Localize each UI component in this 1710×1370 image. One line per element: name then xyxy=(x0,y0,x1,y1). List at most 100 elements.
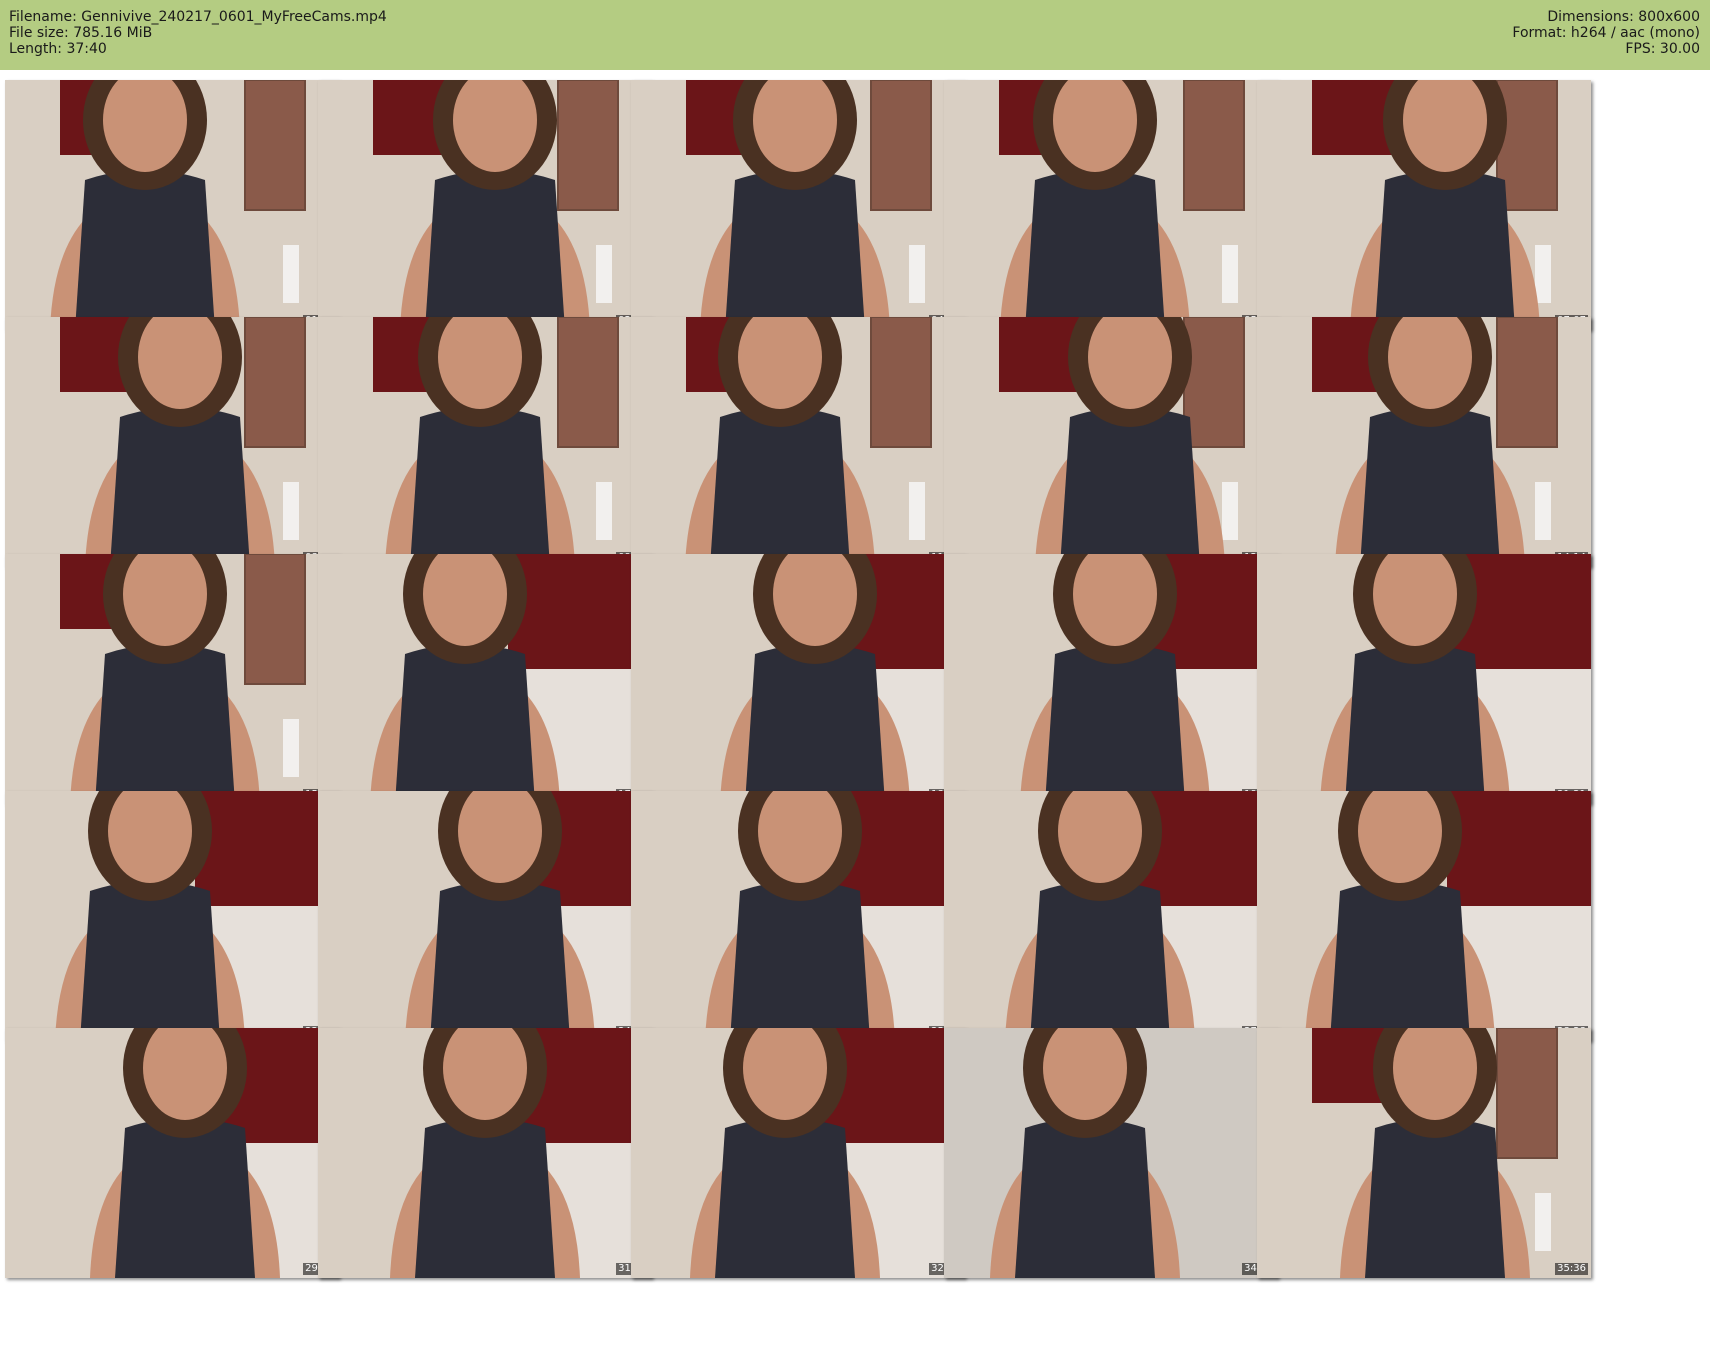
paper-towel-roll xyxy=(1222,245,1238,303)
video-thumbnail: 27:03 xyxy=(944,791,1278,1041)
video-thumbnail: 01:25 xyxy=(5,80,339,330)
wall-picture xyxy=(244,80,306,211)
black-top xyxy=(1365,1118,1505,1278)
wall-picture xyxy=(557,317,619,448)
wall-picture xyxy=(1496,1028,1558,1159)
black-top xyxy=(1330,881,1470,1041)
black-top xyxy=(1025,170,1165,330)
thumbnail-timestamp: 35:36 xyxy=(1555,1263,1588,1275)
wall-picture xyxy=(1496,317,1558,448)
video-thumbnail: 31:19 xyxy=(318,1028,652,1278)
black-top xyxy=(110,407,250,567)
file-info: Filename: Gennivive_240217_0601_MyFreeCa… xyxy=(9,9,387,57)
curtain xyxy=(1447,791,1591,906)
thumbnail-frame xyxy=(5,80,339,330)
black-top xyxy=(80,881,220,1041)
format-text: Format: h264 / aac (mono) xyxy=(1512,25,1700,41)
video-thumbnail: 19:56 xyxy=(944,554,1278,804)
black-top xyxy=(95,644,235,804)
wall-picture xyxy=(557,80,619,211)
wall-picture xyxy=(244,554,306,685)
thumbnail-frame xyxy=(318,791,652,1041)
thumbnail-frame xyxy=(318,317,652,567)
paper-towel-roll xyxy=(1535,245,1551,303)
thumbnail-frame xyxy=(318,554,652,804)
video-thumbnail: 24:12 xyxy=(318,791,652,1041)
black-top xyxy=(410,407,550,567)
thumbnail-frame xyxy=(318,1028,652,1278)
thumbnail-frame xyxy=(5,791,339,1041)
video-thumbnail: 09:58 xyxy=(318,317,652,567)
paper-towel-roll xyxy=(596,482,612,540)
paper-towel-roll xyxy=(909,482,925,540)
thumbnail-frame xyxy=(5,317,339,567)
thumbnail-frame xyxy=(1257,1028,1591,1278)
thumbnail-frame xyxy=(944,80,1278,330)
video-thumbnail: 12:48 xyxy=(944,317,1278,567)
black-top xyxy=(715,1118,855,1278)
black-top xyxy=(1345,644,1485,804)
thumbnail-frame xyxy=(1257,791,1591,1041)
file-size-text: File size: 785.16 MiB xyxy=(9,25,153,41)
video-thumbnail: 17:05 xyxy=(318,554,652,804)
black-top xyxy=(1360,407,1500,567)
thumbnail-frame xyxy=(631,1028,965,1278)
video-thumbnail: 25:37 xyxy=(631,791,965,1041)
wall-picture xyxy=(1496,80,1558,211)
thumbnail-frame xyxy=(944,1028,1278,1278)
black-top xyxy=(1060,407,1200,567)
video-thumbnail: 05:41 xyxy=(944,80,1278,330)
thumbnail-frame xyxy=(1257,317,1591,567)
video-thumbnail: 29:54 xyxy=(5,1028,339,1278)
video-thumbnail: 11:23 xyxy=(631,317,965,567)
video-thumbnail: 34:10 xyxy=(944,1028,1278,1278)
filename-text: Filename: Gennivive_240217_0601_MyFreeCa… xyxy=(9,9,387,25)
paper-towel-roll xyxy=(909,245,925,303)
thumbnail-frame xyxy=(318,80,652,330)
info-header: Filename: Gennivive_240217_0601_MyFreeCa… xyxy=(0,0,1710,70)
video-thumbnail: 07:07 xyxy=(1257,80,1591,330)
thumbnail-frame xyxy=(5,554,339,804)
video-thumbnail: 28:28 xyxy=(1257,791,1591,1041)
length-text: Length: 37:40 xyxy=(9,41,107,57)
thumbnail-frame xyxy=(631,317,965,567)
video-thumbnail: 04:16 xyxy=(631,80,965,330)
thumbnail-frame xyxy=(944,317,1278,567)
black-top xyxy=(725,170,865,330)
paper-towel-roll xyxy=(1535,1193,1551,1251)
thumbnail-frame xyxy=(1257,554,1591,804)
wall-picture xyxy=(870,80,932,211)
black-top xyxy=(425,170,565,330)
video-thumbnail: 21:21 xyxy=(1257,554,1591,804)
wall-picture xyxy=(1183,317,1245,448)
paper-towel-roll xyxy=(283,719,299,777)
wall-picture xyxy=(870,317,932,448)
thumbnail-frame xyxy=(1257,80,1591,330)
thumbnail-frame xyxy=(631,554,965,804)
video-thumbnail: 35:36 xyxy=(1257,1028,1591,1278)
fps-text: FPS: 30.00 xyxy=(1625,41,1700,57)
video-thumbnail: 14:14 xyxy=(1257,317,1591,567)
video-thumbnail: 15:39 xyxy=(5,554,339,804)
black-top xyxy=(730,881,870,1041)
black-top xyxy=(430,881,570,1041)
dimensions-text: Dimensions: 800x600 xyxy=(1547,9,1700,25)
video-thumbnail: 08:32 xyxy=(5,317,339,567)
video-thumbnail: 22:47 xyxy=(5,791,339,1041)
black-top xyxy=(1015,1118,1155,1278)
black-top xyxy=(75,170,215,330)
video-thumbnail: 18:30 xyxy=(631,554,965,804)
wall-picture xyxy=(244,317,306,448)
thumbnail-frame xyxy=(944,554,1278,804)
black-top xyxy=(710,407,850,567)
black-top xyxy=(745,644,885,804)
paper-towel-roll xyxy=(283,245,299,303)
black-top xyxy=(1375,170,1515,330)
video-thumbnail: 02:50 xyxy=(318,80,652,330)
thumbnail-grid: 01:2502:5004:1605:4107:07 08:3209:5811:23… xyxy=(5,80,1705,1366)
black-top xyxy=(115,1118,255,1278)
black-top xyxy=(395,644,535,804)
black-top xyxy=(1030,881,1170,1041)
thumbnail-frame xyxy=(5,1028,339,1278)
black-top xyxy=(415,1118,555,1278)
